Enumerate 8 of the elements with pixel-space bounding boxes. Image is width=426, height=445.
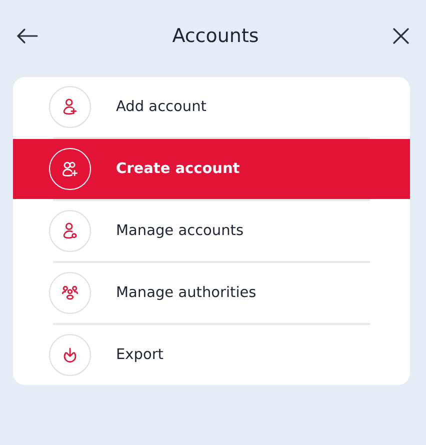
close-icon[interactable] bbox=[393, 28, 409, 44]
page-title: Accounts bbox=[172, 25, 259, 47]
menu-item[interactable]: Add account bbox=[13, 77, 410, 137]
menu-item[interactable]: Create account bbox=[13, 139, 410, 199]
menu-item[interactable]: Manage authorities bbox=[13, 263, 410, 323]
menu-item[interactable]: Manage accounts bbox=[13, 201, 410, 261]
back-arrow-icon[interactable] bbox=[16, 28, 38, 44]
menu-item[interactable]: Export bbox=[13, 325, 410, 385]
